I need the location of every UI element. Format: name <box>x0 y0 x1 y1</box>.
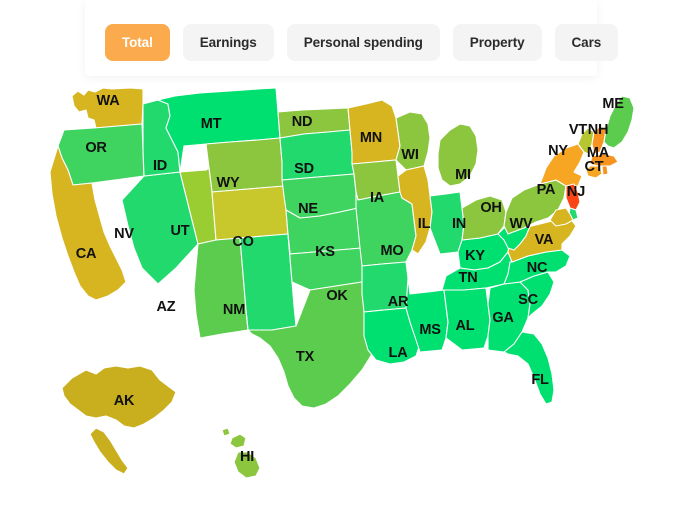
state-az[interactable] <box>193 237 249 339</box>
state-in[interactable] <box>429 191 465 255</box>
state-label-az: AZ <box>157 299 176 315</box>
state-wa[interactable] <box>71 87 144 129</box>
state-ct[interactable] <box>585 165 603 179</box>
state-sd[interactable] <box>279 129 355 181</box>
state-ri[interactable] <box>601 165 609 176</box>
state-ak[interactable] <box>61 365 177 475</box>
state-shapes <box>49 87 635 479</box>
tab-total[interactable]: Total <box>105 24 170 61</box>
state-mo[interactable] <box>355 191 417 267</box>
state-wy[interactable] <box>205 137 285 193</box>
state-mi[interactable] <box>437 123 479 187</box>
tab-panel: Total Earnings Personal spending Propert… <box>85 0 619 76</box>
tab-property[interactable]: Property <box>452 24 542 61</box>
state-me[interactable] <box>603 95 635 149</box>
tab-earnings[interactable]: Earnings <box>182 24 274 61</box>
map-page: Total Earnings Personal spending Propert… <box>0 0 683 505</box>
state-or[interactable] <box>57 123 145 186</box>
state-ny[interactable] <box>539 143 585 187</box>
state-wi[interactable] <box>395 111 431 171</box>
state-ar[interactable] <box>361 261 411 313</box>
state-ma[interactable] <box>589 153 619 167</box>
tab-personal-spending[interactable]: Personal spending <box>286 24 440 61</box>
state-nj[interactable] <box>565 183 581 211</box>
state-nm[interactable] <box>239 233 297 331</box>
state-mn[interactable] <box>347 99 401 165</box>
state-co[interactable] <box>211 185 289 241</box>
tab-cars[interactable]: Cars <box>554 24 619 61</box>
tab-bar: Total Earnings Personal spending Propert… <box>85 24 619 61</box>
state-al[interactable] <box>443 287 491 351</box>
state-hi[interactable] <box>221 427 261 479</box>
